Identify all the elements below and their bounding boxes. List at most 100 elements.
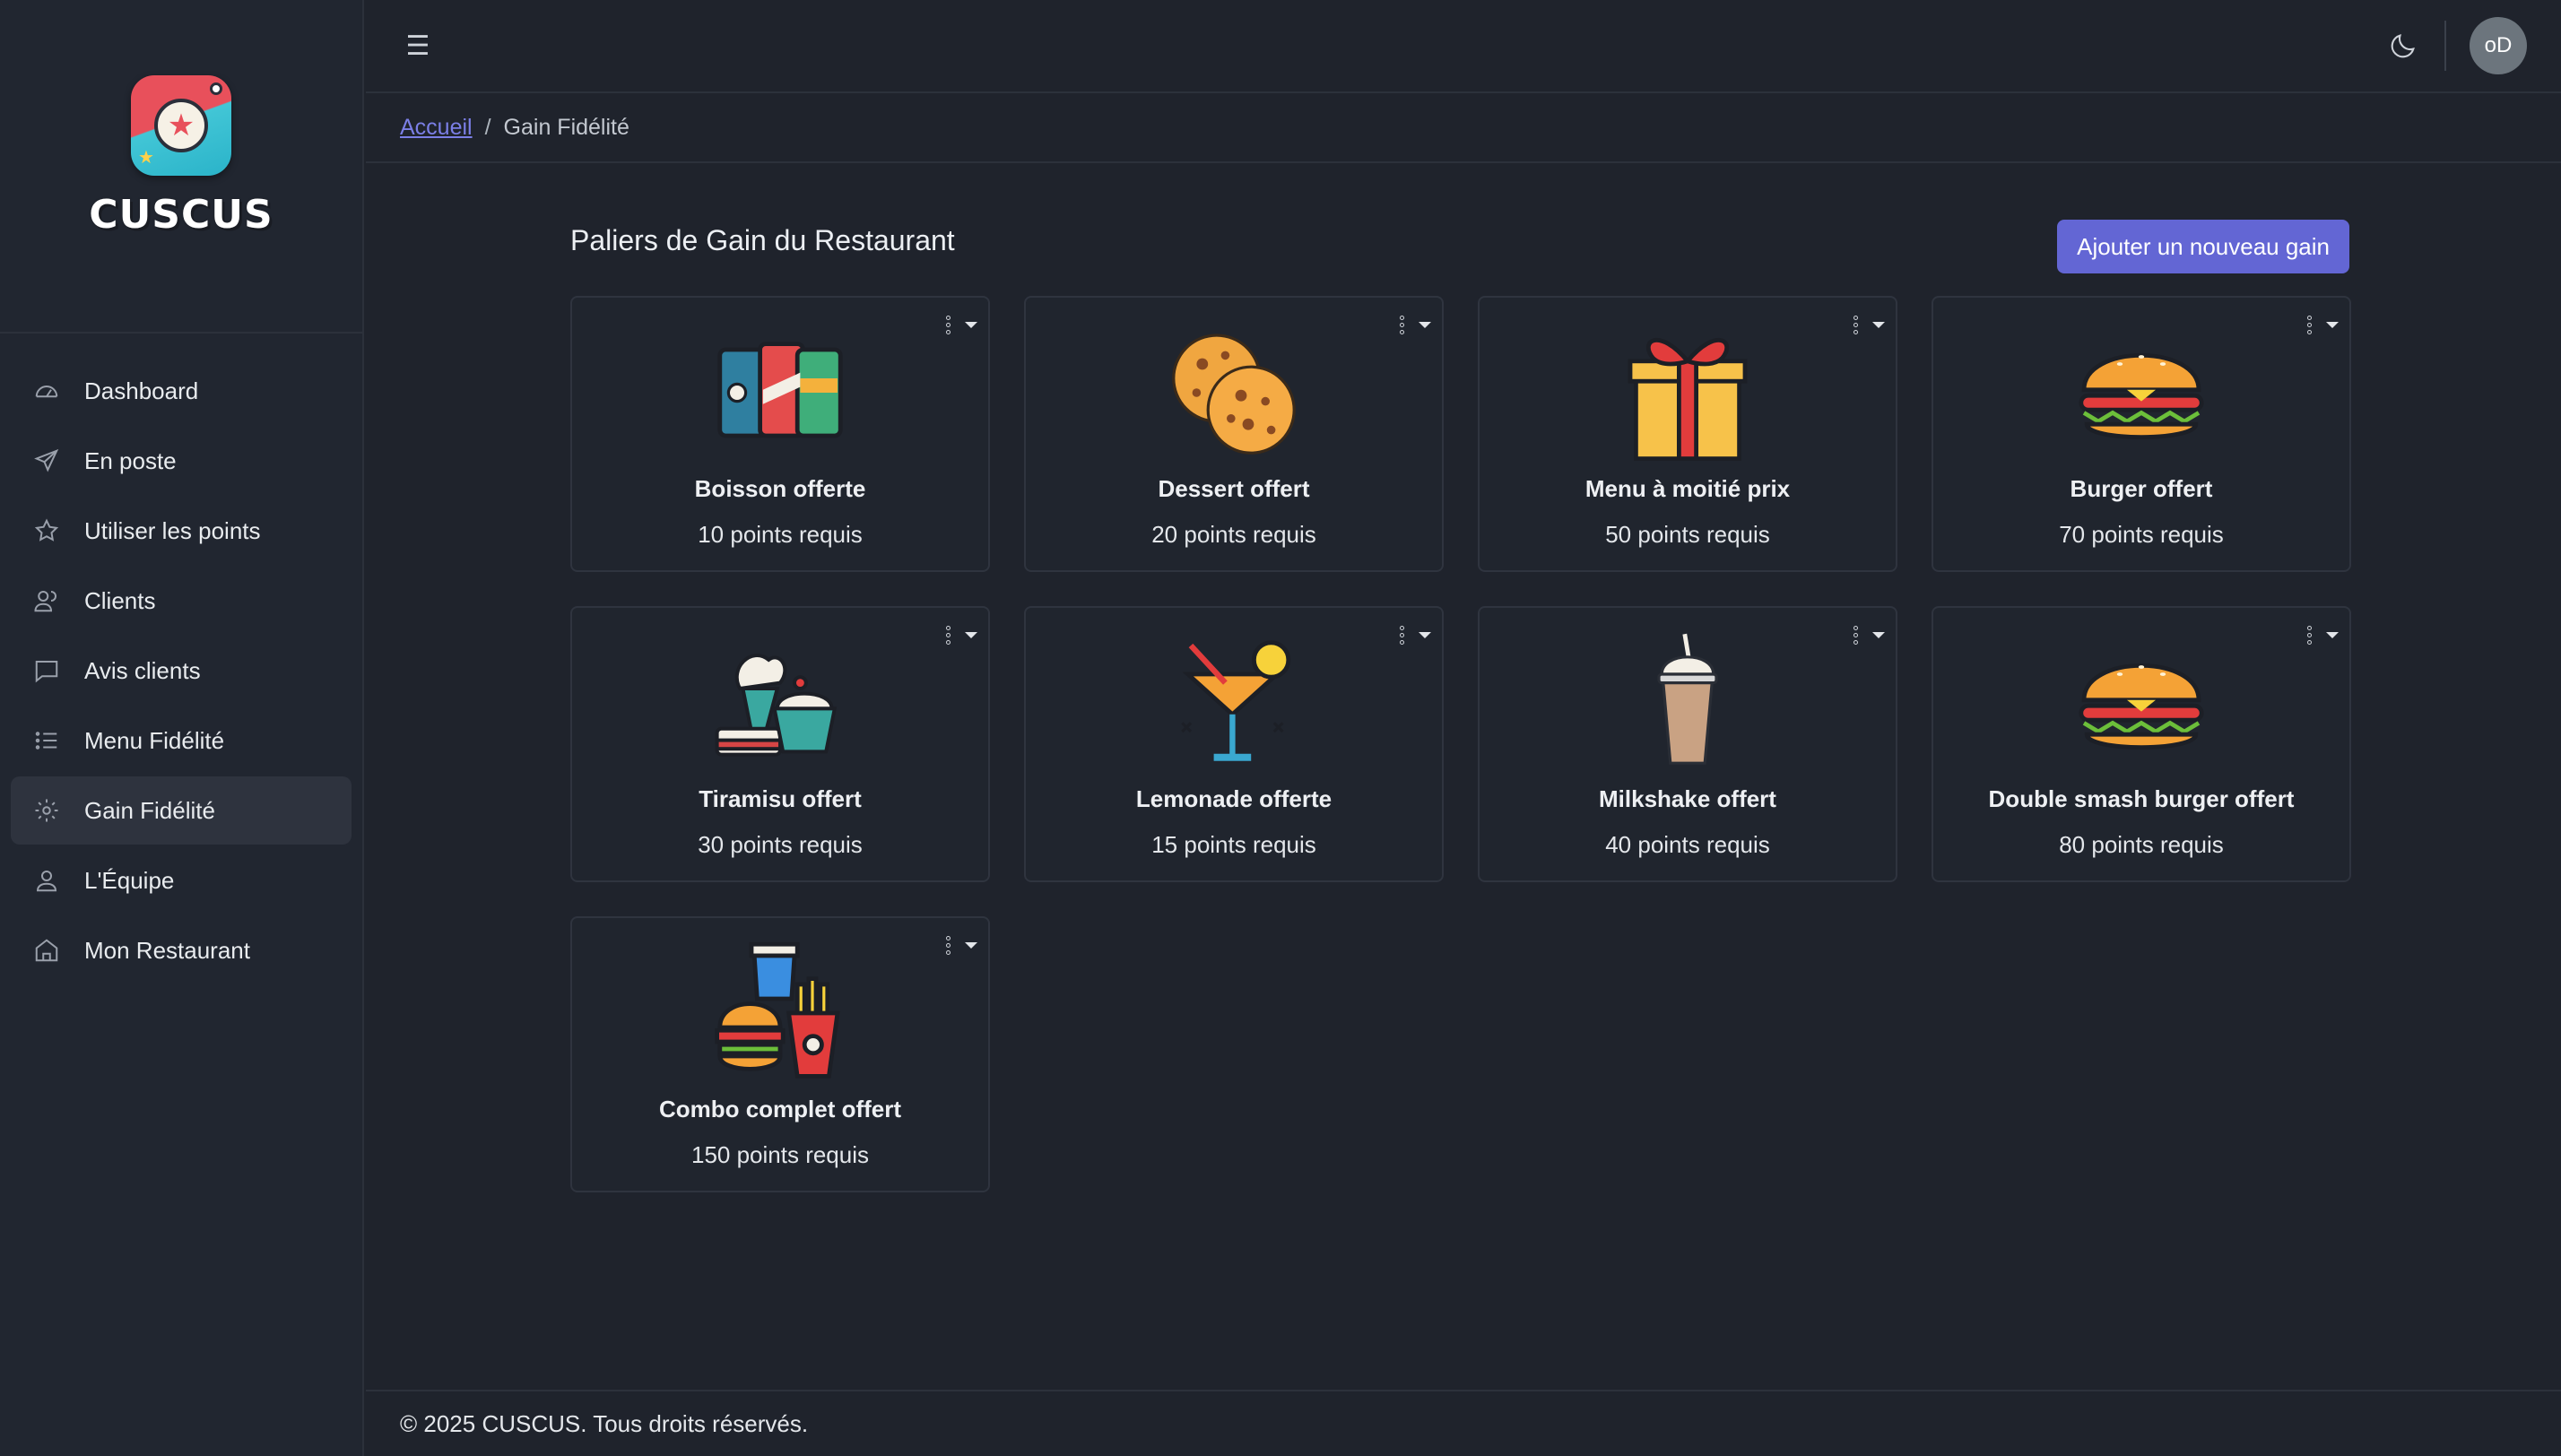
- kebab-icon: [2305, 626, 2314, 645]
- caret-down-icon: [965, 322, 977, 328]
- team-icon: [32, 866, 61, 895]
- reward-points: 70 points requis: [2059, 521, 2224, 548]
- caret-down-icon: [965, 942, 977, 949]
- sidebar-item-label: L'Équipe: [84, 866, 175, 894]
- sidebar-item-label: Gain Fidélité: [84, 796, 215, 824]
- top-bar: ☰ oD: [366, 0, 2561, 93]
- sidebar-item-label: En poste: [84, 446, 177, 474]
- card-options-dropdown[interactable]: [1851, 316, 1885, 334]
- gauge-icon: [32, 377, 61, 405]
- breadcrumb: Accueil / Gain Fidélité: [366, 93, 2561, 163]
- reward-points: 150 points requis: [690, 1141, 870, 1168]
- sidebar-item-menu-fidelite[interactable]: Menu Fidélité: [11, 706, 352, 775]
- sidebar-item-en-poste[interactable]: En poste: [11, 427, 352, 495]
- rewards-grid: Boisson offerte 10 points requis Dessert…: [570, 296, 2351, 1192]
- reward-name: Milkshake offert: [1599, 785, 1776, 812]
- chat-icon: [32, 656, 61, 685]
- card-options-dropdown[interactable]: [943, 626, 977, 645]
- caret-down-icon: [1872, 632, 1885, 638]
- card-options-dropdown[interactable]: [1851, 626, 1885, 645]
- gift-icon: [1611, 321, 1764, 464]
- sidebar-item-utiliser-points[interactable]: Utiliser les points: [11, 497, 352, 565]
- kebab-icon: [943, 626, 952, 645]
- sidebar-item-label: Dashboard: [84, 377, 199, 404]
- reward-name: Burger offert: [2070, 475, 2213, 502]
- caret-down-icon: [1872, 322, 1885, 328]
- caret-down-icon: [2326, 322, 2339, 328]
- users-icon: [32, 586, 61, 615]
- star-icon: [32, 516, 61, 545]
- caret-down-icon: [2326, 632, 2339, 638]
- user-avatar[interactable]: oD: [2470, 17, 2527, 74]
- footer: © 2025 CUSCUS. Tous droits réservés.: [366, 1390, 2561, 1456]
- gear-icon: [32, 796, 61, 825]
- reward-card[interactable]: Lemonade offerte 15 points requis: [1024, 606, 1444, 882]
- breadcrumb-home-link[interactable]: Accueil: [400, 115, 473, 141]
- card-options-dropdown[interactable]: [943, 936, 977, 955]
- card-options-dropdown[interactable]: [1397, 316, 1431, 334]
- kebab-icon: [1397, 626, 1406, 645]
- reward-name: Double smash burger offert: [1988, 785, 2295, 812]
- cocktail-icon: [1158, 631, 1310, 775]
- sidebar-item-label: Mon Restaurant: [84, 936, 250, 964]
- reward-points: 15 points requis: [1151, 831, 1316, 858]
- reward-points: 50 points requis: [1605, 521, 1770, 548]
- reward-card[interactable]: Menu à moitié prix 50 points requis: [1478, 296, 1897, 572]
- sidebar-item-gain-fidelite[interactable]: Gain Fidélité: [11, 776, 352, 845]
- card-options-dropdown[interactable]: [2305, 626, 2339, 645]
- sidebar-nav: Dashboard En poste Utiliser les points C…: [0, 334, 362, 984]
- sidebar-item-label: Menu Fidélité: [84, 726, 225, 754]
- sidebar-item-label: Utiliser les points: [84, 516, 261, 544]
- sidebar-item-clients[interactable]: Clients: [11, 567, 352, 635]
- sidebar-item-equipe[interactable]: L'Équipe: [11, 846, 352, 914]
- reward-name: Boisson offerte: [694, 475, 866, 502]
- kebab-icon: [943, 936, 952, 955]
- cookies-icon: [1158, 321, 1310, 464]
- milkshake-icon: [1611, 631, 1764, 775]
- sidebar-item-avis-clients[interactable]: Avis clients: [11, 637, 352, 705]
- breadcrumb-current: Gain Fidélité: [503, 114, 629, 140]
- reward-name: Lemonade offerte: [1135, 785, 1333, 812]
- sidebar-item-dashboard[interactable]: Dashboard: [11, 357, 352, 425]
- reward-points: 40 points requis: [1605, 831, 1770, 858]
- menu-toggle-icon[interactable]: ☰: [400, 30, 436, 62]
- desserts-icon: [704, 631, 856, 775]
- add-reward-button[interactable]: Ajouter un nouveau gain: [2057, 220, 2349, 273]
- page-header: Paliers de Gain du Restaurant Ajouter un…: [570, 215, 2349, 278]
- kebab-icon: [1851, 316, 1860, 334]
- brand-logo[interactable]: ★ ★ CUSCUS: [0, 0, 362, 334]
- send-icon: [32, 446, 61, 475]
- brand-name: CUSCUS: [89, 192, 273, 238]
- combo-icon: [704, 941, 856, 1085]
- reward-card[interactable]: Milkshake offert 40 points requis: [1478, 606, 1897, 882]
- dark-mode-toggle-icon[interactable]: [2383, 26, 2423, 65]
- reward-card[interactable]: Dessert offert 20 points requis: [1024, 296, 1444, 572]
- burger-icon: [2065, 631, 2218, 775]
- caret-down-icon: [1419, 322, 1431, 328]
- reward-card[interactable]: Boisson offerte 10 points requis: [570, 296, 990, 572]
- kebab-icon: [1851, 626, 1860, 645]
- caret-down-icon: [965, 632, 977, 638]
- copyright-text: © 2025 CUSCUS. Tous droits réservés.: [400, 1409, 809, 1437]
- card-options-dropdown[interactable]: [1397, 626, 1431, 645]
- reward-card[interactable]: Tiramisu offert 30 points requis: [570, 606, 990, 882]
- sidebar-item-mon-restaurant[interactable]: Mon Restaurant: [11, 916, 352, 984]
- sidebar-item-label: Clients: [84, 586, 156, 614]
- logo-icon: ★ ★: [131, 75, 231, 176]
- reward-name: Combo complet offert: [658, 1096, 902, 1122]
- kebab-icon: [943, 316, 952, 334]
- store-icon: [32, 936, 61, 965]
- reward-points: 30 points requis: [698, 831, 863, 858]
- reward-card[interactable]: Burger offert 70 points requis: [1932, 296, 2351, 572]
- card-options-dropdown[interactable]: [943, 316, 977, 334]
- kebab-icon: [2305, 316, 2314, 334]
- kebab-icon: [1397, 316, 1406, 334]
- caret-down-icon: [1419, 632, 1431, 638]
- card-options-dropdown[interactable]: [2305, 316, 2339, 334]
- divider: [2444, 21, 2446, 71]
- burger-icon: [2065, 321, 2218, 464]
- reward-card[interactable]: Combo complet offert 150 points requis: [570, 916, 990, 1192]
- reward-card[interactable]: Double smash burger offert 80 points req…: [1932, 606, 2351, 882]
- reward-points: 20 points requis: [1151, 521, 1316, 548]
- main-content: Paliers de Gain du Restaurant Ajouter un…: [570, 215, 2351, 1192]
